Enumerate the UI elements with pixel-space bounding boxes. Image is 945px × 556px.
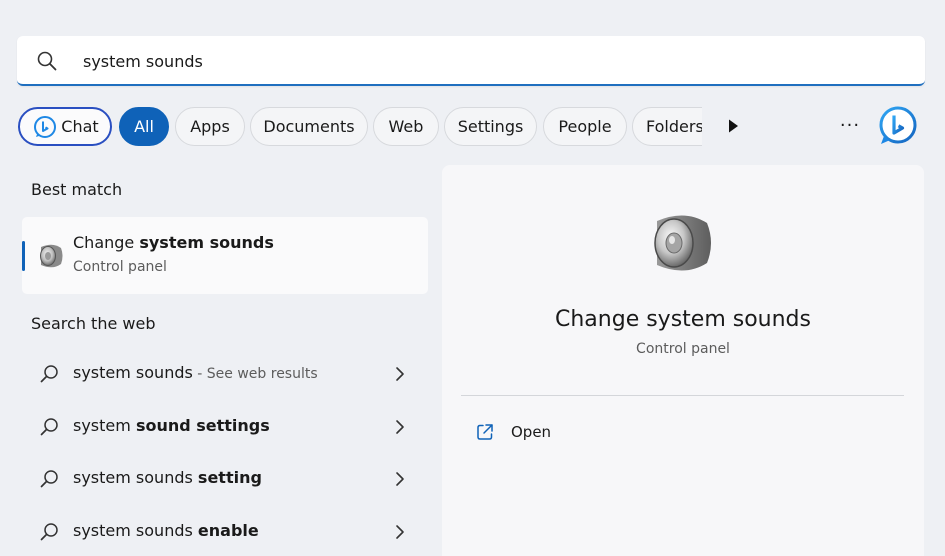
filter-settings[interactable]: Settings <box>444 107 537 146</box>
best-match-heading: Best match <box>31 180 123 199</box>
web-result-text: system sounds enable <box>73 521 259 540</box>
filter-people[interactable]: People <box>543 107 627 146</box>
selection-indicator <box>22 241 25 271</box>
chevron-right-icon <box>396 367 404 381</box>
search-icon <box>40 470 58 488</box>
filter-people-label: People <box>558 117 612 136</box>
open-external-icon <box>477 424 493 440</box>
filter-folders-label: Folders <box>646 117 702 136</box>
search-input[interactable] <box>83 48 903 74</box>
filter-settings-label: Settings <box>457 117 524 136</box>
speaker-icon <box>654 215 711 271</box>
web-result-text: system sounds setting <box>73 468 262 487</box>
web-result-row[interactable]: system sound settings <box>22 403 428 451</box>
web-result-plain: system sounds <box>73 521 198 540</box>
detail-title: Change system sounds <box>555 307 811 332</box>
play-icon[interactable] <box>723 116 743 136</box>
chevron-right-icon <box>396 472 404 486</box>
detail-subtitle: Control panel <box>636 341 730 357</box>
search-icon <box>40 418 58 436</box>
best-match-title-prefix: Change <box>73 233 140 252</box>
web-result-text: system sound settings <box>73 416 270 435</box>
filter-all-label: All <box>134 117 154 136</box>
search-icon <box>40 523 58 541</box>
best-match-item[interactable]: Change system sounds Control panel <box>22 217 428 294</box>
bing-icon[interactable] <box>877 105 919 147</box>
web-result-text: system sounds - See web results <box>73 363 318 382</box>
chevron-right-icon <box>396 420 404 434</box>
filter-web-label: Web <box>388 117 424 136</box>
best-match-title: Change system sounds <box>73 233 274 252</box>
search-icon <box>40 365 58 383</box>
chat-chip-label: Chat <box>61 117 99 136</box>
bing-icon <box>34 115 57 138</box>
divider <box>461 395 904 396</box>
chat-chip[interactable]: Chat <box>18 107 112 146</box>
open-action[interactable]: Open <box>472 420 672 448</box>
best-match-title-bold: system sounds <box>139 233 274 252</box>
web-result-bold: sound settings <box>135 416 270 435</box>
filter-apps[interactable]: Apps <box>175 107 245 146</box>
search-web-heading: Search the web <box>31 314 156 333</box>
filter-documents-label: Documents <box>263 117 355 136</box>
web-result-bold: setting <box>197 468 262 487</box>
filter-folders-clip: Folders <box>632 107 702 146</box>
web-result-row[interactable]: system sounds - See web results <box>22 350 428 398</box>
speaker-icon <box>40 244 63 268</box>
web-result-plain: system <box>73 416 136 435</box>
web-result-bold: enable <box>197 521 259 540</box>
filter-folders[interactable]: Folders <box>632 107 702 146</box>
search-box[interactable] <box>17 36 925 86</box>
filter-all[interactable]: All <box>119 107 169 146</box>
web-result-plain: system sounds <box>73 468 198 487</box>
web-result-row[interactable]: system sounds setting <box>22 455 428 503</box>
chevron-right-icon <box>396 525 404 539</box>
open-action-label: Open <box>511 423 552 441</box>
search-icon <box>37 51 57 71</box>
web-result-suffix: - See web results <box>192 366 318 382</box>
more-icon[interactable]: ··· <box>838 116 862 136</box>
best-match-subtitle: Control panel <box>73 259 167 275</box>
filter-documents[interactable]: Documents <box>250 107 368 146</box>
detail-panel: Change system sounds Control panel Open <box>442 165 924 556</box>
filter-apps-label: Apps <box>190 117 230 136</box>
web-result-plain: system sounds <box>73 363 193 382</box>
filter-web[interactable]: Web <box>373 107 439 146</box>
web-result-row[interactable]: system sounds enable <box>22 508 428 556</box>
